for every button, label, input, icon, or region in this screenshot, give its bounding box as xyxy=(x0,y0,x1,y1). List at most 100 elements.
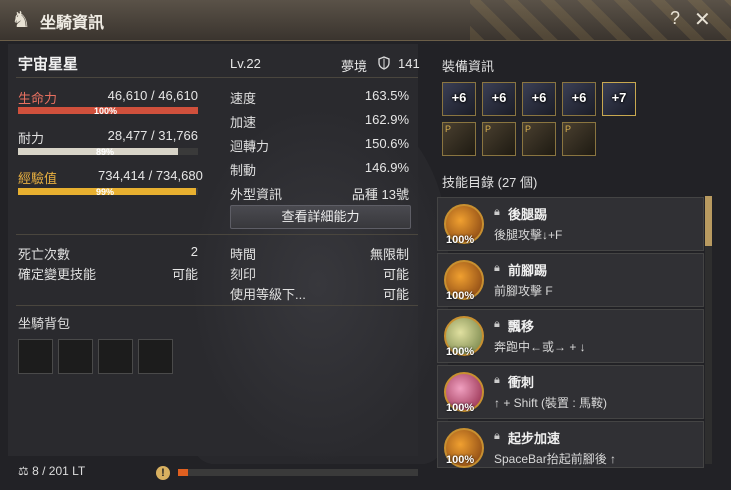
weight-progress-bar xyxy=(178,469,418,476)
lock-icon: 🔒︎ xyxy=(494,206,500,218)
mount-background-figure xyxy=(188,104,448,464)
skills-title: 技能目錄 (27 個) xyxy=(442,175,538,190)
skill-change-label: 確定變更技能 xyxy=(18,267,97,282)
mount-type: 夢境 xyxy=(341,59,368,74)
attr-speed-label: 速度 xyxy=(230,91,257,106)
skill-change-value: 可能 xyxy=(171,267,198,282)
hp-label: 生命力 xyxy=(18,91,58,106)
bag-slot[interactable] xyxy=(98,339,133,374)
divider xyxy=(16,305,418,306)
costume-slot[interactable]: P xyxy=(482,122,516,156)
skill-item[interactable]: 100% 🔒︎ 前腳踢 前腳攻擊 F xyxy=(437,253,704,307)
view-details-button[interactable]: 查看詳細能力 xyxy=(230,205,411,229)
lock-icon: 🔒︎ xyxy=(494,430,500,442)
skill-name: 飄移 xyxy=(508,319,535,334)
horse-icon: ♞ xyxy=(11,7,31,32)
skill-percent: 100% xyxy=(446,234,475,246)
skill-percent: 100% xyxy=(446,290,475,302)
window-title: 坐騎資訊 xyxy=(40,15,105,32)
use-level-label: 使用等級下... xyxy=(230,287,306,302)
skill-desc: 奔跑中←或→ + ↓ xyxy=(494,340,586,354)
imprint-label: 刻印 xyxy=(230,267,257,282)
stamina-value: 28,477 / 31,766 xyxy=(107,128,198,143)
skill-name: 後腿踢 xyxy=(508,207,548,222)
attr-appearance-value: 品種 13號 xyxy=(351,187,409,202)
skill-item[interactable]: 100% 🔒︎ 衝刺 ↑ + Shift (裝置 : 馬鞍) xyxy=(437,365,704,419)
equipment-title: 裝備資訊 xyxy=(442,59,495,74)
hp-value: 46,610 / 46,610 xyxy=(107,88,198,103)
attr-turn-label: 迴轉力 xyxy=(230,139,270,154)
mount-name: 宇宙星星 xyxy=(18,56,79,73)
costume-slot[interactable]: P xyxy=(442,122,476,156)
skill-desc: SpaceBar抬起前腳後 ↑ xyxy=(494,452,617,466)
divider xyxy=(16,234,418,235)
skill-desc: 前腳攻擊 F xyxy=(494,284,553,298)
time-value: 無限制 xyxy=(369,247,409,262)
weight-value: 8 / 201 LT xyxy=(32,464,86,478)
skill-item[interactable]: 100% 🔒︎ 飄移 奔跑中←或→ + ↓ xyxy=(437,309,704,363)
bag-slot[interactable] xyxy=(18,339,53,374)
attr-brake-label: 制動 xyxy=(230,163,257,178)
weight-label: ⚖ 8 / 201 LT xyxy=(18,464,85,478)
exp-percent: 99% xyxy=(96,187,115,197)
bag-title: 坐騎背包 xyxy=(18,316,71,331)
skill-name: 前腳踢 xyxy=(508,263,548,278)
title-bar[interactable]: ♞ 坐騎資訊 ? ✕ xyxy=(0,0,731,41)
skill-item[interactable]: 100% 🔒︎ 後腿踢 後腿攻擊↓+F xyxy=(437,197,704,251)
skill-percent: 100% xyxy=(446,402,475,414)
enhance-level: +6 xyxy=(491,90,507,105)
weight-icon: ⚖ xyxy=(18,464,29,478)
hp-percent: 100% xyxy=(94,106,118,116)
enhance-level: +6 xyxy=(531,90,547,105)
exp-label: 經驗值 xyxy=(18,171,58,186)
defense-value: 141 xyxy=(398,56,420,71)
lock-icon: 🔒︎ xyxy=(494,318,500,330)
attr-accel-value: 162.9% xyxy=(364,112,409,127)
time-label: 時間 xyxy=(230,247,257,262)
deaths-value: 2 xyxy=(190,244,198,259)
equipment-slot-armor[interactable]: +7 xyxy=(602,82,636,116)
stamina-label: 耐力 xyxy=(18,131,45,146)
skills-scrollbar[interactable] xyxy=(705,196,712,464)
attr-turn-value: 150.6% xyxy=(364,136,409,151)
skill-name: 起步加速 xyxy=(508,431,561,446)
attr-speed-value: 163.5% xyxy=(364,88,409,103)
skill-percent: 100% xyxy=(446,346,475,358)
costume-slot[interactable]: P xyxy=(562,122,596,156)
attr-appearance-label: 外型資訊 xyxy=(230,187,283,202)
bag-slot[interactable] xyxy=(138,339,173,374)
attr-brake-value: 146.9% xyxy=(364,160,409,175)
use-level-value: 可能 xyxy=(382,287,409,302)
enhance-level: +6 xyxy=(451,90,467,105)
skill-item[interactable]: 100% 🔒︎ 起步加速 SpaceBar抬起前腳後 ↑ xyxy=(437,421,704,468)
stamina-percent: 89% xyxy=(96,147,115,157)
scrollbar-thumb[interactable] xyxy=(705,196,712,246)
close-icon[interactable]: ✕ xyxy=(694,7,711,32)
enhance-level: +6 xyxy=(571,90,587,105)
title-decoration xyxy=(470,0,731,40)
mount-info-window: ♞ 坐騎資訊 ? ✕ 宇宙星星 Lv.22 夢境 141 生命力 46,610 … xyxy=(0,0,731,490)
attr-accel-label: 加速 xyxy=(230,115,257,130)
skill-desc: ↑ + Shift (裝置 : 馬鞍) xyxy=(494,396,608,410)
skill-percent: 100% xyxy=(446,454,475,466)
exp-value: 734,414 / 734,680 xyxy=(98,168,203,183)
lock-icon: 🔒︎ xyxy=(494,262,500,274)
costume-slot[interactable]: P xyxy=(522,122,556,156)
skill-name: 衝刺 xyxy=(508,375,535,390)
shield-icon xyxy=(377,56,391,70)
help-icon[interactable]: ? xyxy=(670,8,680,29)
equipment-slot-horseshoe[interactable]: +6 xyxy=(562,82,596,116)
divider xyxy=(16,77,418,78)
lock-icon: 🔒︎ xyxy=(494,374,500,386)
weight-bar-area: ⚖ 8 / 201 LT ! xyxy=(8,458,418,486)
skill-desc: 後腿攻擊↓+F xyxy=(494,228,563,242)
enhance-level: +7 xyxy=(611,90,627,105)
deaths-label: 死亡次數 xyxy=(18,247,71,262)
equipment-slot-stirrups[interactable]: +6 xyxy=(522,82,556,116)
imprint-value: 可能 xyxy=(382,267,409,282)
warning-icon[interactable]: ! xyxy=(156,466,170,480)
equipment-slot-barding[interactable]: +6 xyxy=(442,82,476,116)
bag-slot[interactable] xyxy=(58,339,93,374)
mount-level: Lv.22 xyxy=(230,56,261,71)
equipment-slot-saddle[interactable]: +6 xyxy=(482,82,516,116)
